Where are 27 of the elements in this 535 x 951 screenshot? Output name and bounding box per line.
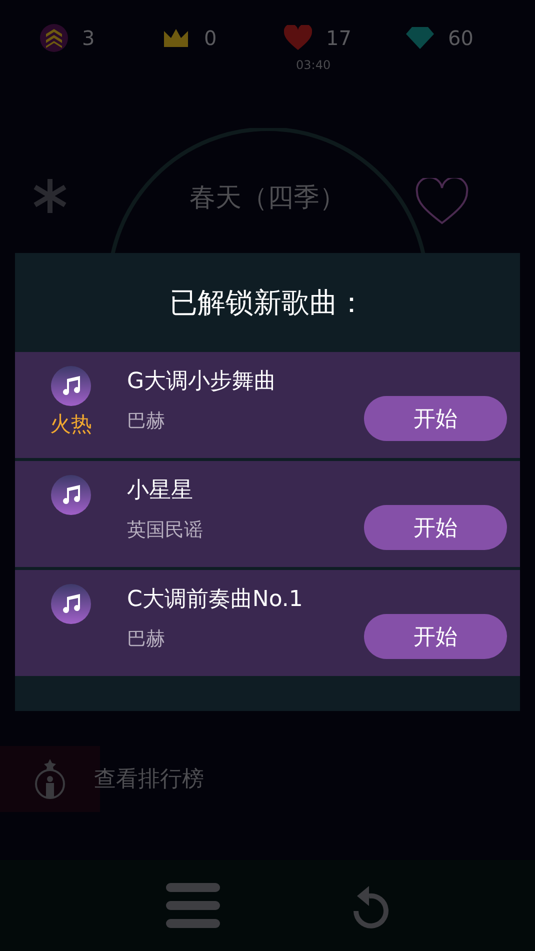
song-name: G大调小步舞曲 [127,368,276,396]
leaderboard-icon [34,759,66,799]
song-artist: 巴赫 [127,627,166,652]
start-button[interactable]: 开始 [364,505,507,550]
diamond-icon [406,27,434,49]
stat-value: 60 [448,26,474,50]
start-button[interactable]: 开始 [364,396,507,441]
dialog-title: 已解锁新歌曲： [168,284,366,320]
song-name: C大调前奏曲No.1 [127,586,303,614]
music-note-icon [51,366,91,406]
music-note-icon [51,584,91,624]
chevrons-icon [40,24,68,52]
menu-icon [166,882,220,928]
hot-tag: 火热 [50,410,92,438]
stat-value: 17 [326,26,352,50]
song-title: 春天（四季） [190,182,346,215]
timer: 03:40 [296,58,331,72]
stat-value: 0 [204,26,217,50]
start-button[interactable]: 开始 [364,614,507,659]
heart-outline-icon[interactable] [415,178,469,226]
crown-icon [162,27,190,49]
stat-value: 3 [82,26,95,50]
song-artist: 英国民谣 [127,518,203,543]
song-artist: 巴赫 [127,409,166,434]
heart-icon [284,25,312,51]
song-name: 小星星 [127,477,194,505]
music-note-icon [51,475,91,515]
